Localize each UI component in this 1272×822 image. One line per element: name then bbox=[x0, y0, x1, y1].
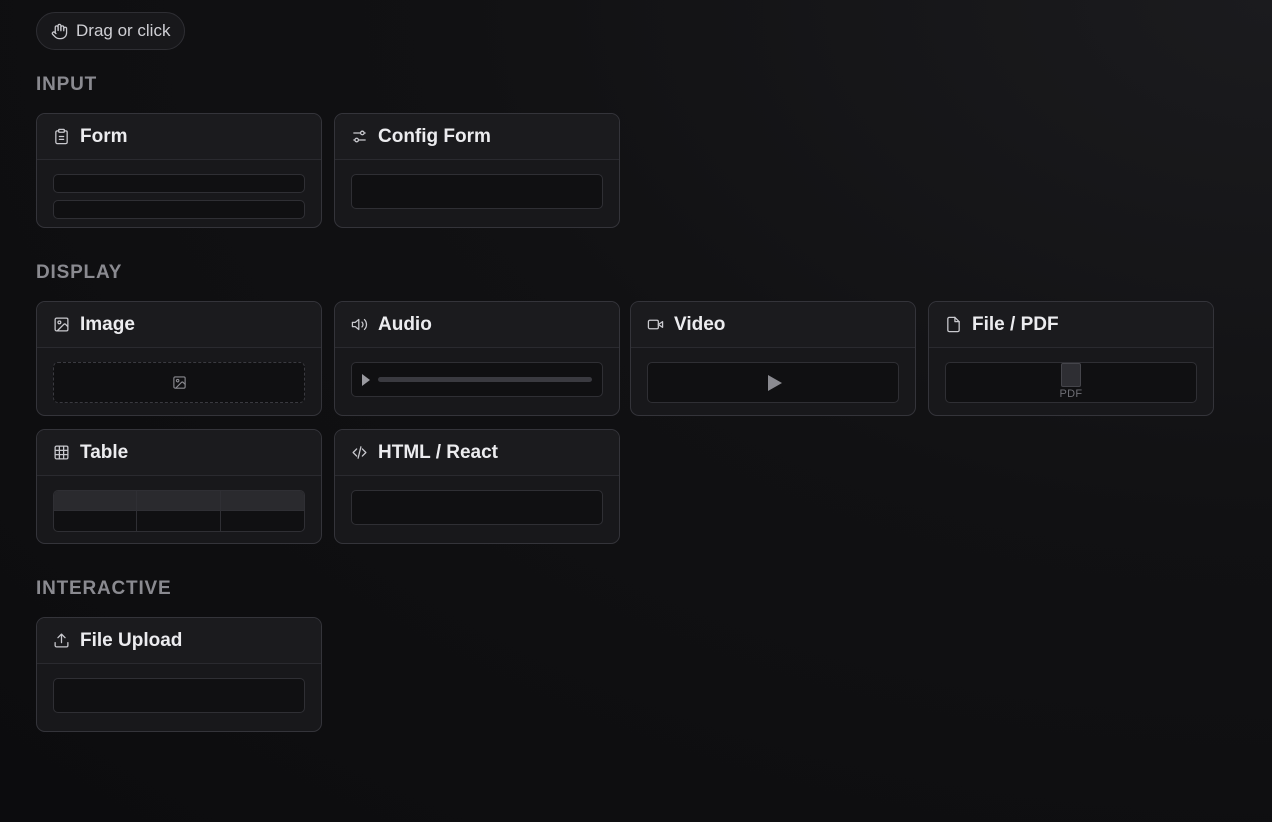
card-header: Audio bbox=[335, 302, 619, 348]
form-field-preview bbox=[53, 200, 305, 219]
component-card-file-pdf[interactable]: File / PDF PDF bbox=[928, 301, 1214, 416]
table-header-cell bbox=[54, 491, 138, 511]
card-header: Table bbox=[37, 430, 321, 476]
section-title-display: DISPLAY bbox=[36, 262, 123, 283]
card-title-file-upload: File Upload bbox=[80, 629, 183, 651]
component-card-audio[interactable]: Audio bbox=[334, 301, 620, 416]
card-title-form: Form bbox=[80, 125, 128, 147]
file-icon bbox=[945, 316, 962, 333]
play-icon bbox=[362, 373, 370, 386]
card-title-html-react: HTML / React bbox=[378, 441, 499, 463]
card-title-table: Table bbox=[80, 441, 129, 463]
upload-icon bbox=[53, 632, 70, 649]
card-header: HTML / React bbox=[335, 430, 619, 476]
video-camera-icon bbox=[647, 316, 664, 333]
speaker-icon bbox=[351, 316, 368, 333]
table-cell bbox=[54, 511, 138, 531]
clipboard-icon bbox=[53, 128, 70, 145]
card-title-config-form: Config Form bbox=[378, 125, 491, 147]
html-react-preview bbox=[351, 490, 603, 525]
drag-or-click-label: Drag or click bbox=[76, 21, 171, 40]
table-header-cell bbox=[220, 491, 304, 511]
table-cell bbox=[137, 511, 221, 531]
card-preview bbox=[37, 664, 321, 731]
form-field-preview bbox=[53, 174, 305, 193]
component-card-file-upload[interactable]: File Upload bbox=[36, 617, 322, 732]
section-title-interactive: INTERACTIVE bbox=[36, 578, 172, 599]
card-preview bbox=[335, 476, 619, 543]
component-card-html-react[interactable]: HTML / React bbox=[334, 429, 620, 544]
card-preview bbox=[37, 476, 321, 543]
card-header: Form bbox=[37, 114, 321, 160]
card-title-audio: Audio bbox=[378, 313, 432, 335]
video-player-preview bbox=[647, 362, 899, 403]
section-title-input: INPUT bbox=[36, 74, 97, 95]
card-header: File / PDF bbox=[929, 302, 1213, 348]
card-title-file-pdf: File / PDF bbox=[972, 313, 1059, 335]
card-preview bbox=[631, 348, 915, 415]
pdf-preview-label: PDF bbox=[1059, 388, 1083, 400]
hand-icon bbox=[51, 23, 68, 40]
image-placeholder-icon bbox=[172, 375, 187, 390]
card-preview bbox=[37, 160, 321, 227]
audio-player-preview bbox=[351, 362, 603, 397]
component-card-video[interactable]: Video bbox=[630, 301, 916, 416]
table-cell bbox=[221, 511, 304, 531]
play-icon bbox=[768, 374, 782, 391]
pdf-preview: PDF bbox=[945, 362, 1197, 403]
card-preview bbox=[37, 348, 321, 415]
component-card-table[interactable]: Table bbox=[36, 429, 322, 544]
file-upload-preview bbox=[53, 678, 305, 713]
pdf-page-icon bbox=[1061, 363, 1081, 387]
table-header-cell bbox=[137, 491, 221, 511]
card-title-image: Image bbox=[80, 313, 135, 335]
card-preview bbox=[335, 348, 619, 415]
card-title-video: Video bbox=[674, 313, 726, 335]
component-card-config-form[interactable]: Config Form bbox=[334, 113, 620, 228]
card-header: Config Form bbox=[335, 114, 619, 160]
audio-progress-track bbox=[378, 377, 592, 382]
table-icon bbox=[53, 444, 70, 461]
component-card-form[interactable]: Form bbox=[36, 113, 322, 228]
card-header: Video bbox=[631, 302, 915, 348]
card-header: Image bbox=[37, 302, 321, 348]
drag-or-click-button[interactable]: Drag or click bbox=[36, 12, 186, 50]
card-preview bbox=[335, 160, 619, 227]
card-preview: PDF bbox=[929, 348, 1213, 415]
sliders-icon bbox=[351, 128, 368, 145]
table-preview bbox=[53, 490, 305, 532]
image-icon bbox=[53, 316, 70, 333]
config-form-preview bbox=[351, 174, 603, 209]
code-icon bbox=[351, 444, 368, 461]
component-card-image[interactable]: Image bbox=[36, 301, 322, 416]
card-header: File Upload bbox=[37, 618, 321, 664]
image-placeholder bbox=[53, 362, 305, 403]
